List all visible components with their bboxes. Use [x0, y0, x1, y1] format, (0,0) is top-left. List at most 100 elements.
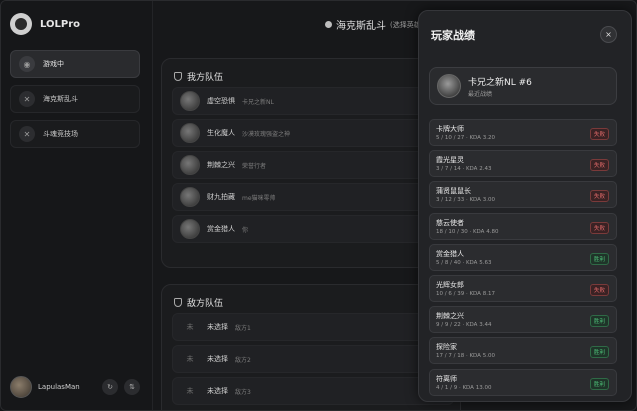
player-summary-card: 卡兄之新NL #6 最近战绩: [429, 67, 617, 105]
champion-name: 赏金猎人: [207, 225, 235, 233]
avatar: [437, 74, 461, 98]
match-stats: 9 / 9 / 22 · KDA 3.44: [436, 322, 492, 329]
enemy-team-list: 未 未选择 敌方1 未 未选择 敌方2 未 未选择 敌方3: [172, 313, 454, 409]
sidebar-item-hextech-aram[interactable]: ✕ 海克斯乱斗: [10, 85, 140, 113]
match-result-badge: 胜利: [589, 377, 609, 390]
match-result-badge: 胜利: [589, 252, 609, 265]
match-stats: 3 / 7 / 14 · KDA 2.43: [436, 166, 492, 173]
brand: LOLPro: [10, 13, 80, 35]
enemy-team-title: 敌方队伍: [187, 299, 224, 309]
our-team-heading: 我方队伍: [174, 70, 223, 83]
enemy-team-card: 敌方队伍 未 未选择 敌方1 未 未选择 敌方2 未 未选择 敌方3: [161, 284, 461, 410]
champion-name: 财九拍藏: [207, 193, 235, 201]
sidebar-item-in-game[interactable]: ◉ 游戏中: [10, 50, 140, 78]
match-row[interactable]: 赏金猎人 5 / 8 / 40 · KDA 5.63 胜利: [429, 243, 617, 271]
enemy-team-heading: 敌方队伍: [174, 296, 223, 309]
team-player-row[interactable]: 赏金猎人 你: [172, 215, 454, 243]
champion-name: 未选择: [207, 387, 228, 395]
our-team-list: 虚空恐惧 卡兄之新NL 生化魔人 沙漠玫瑰强盗之神 荆棘之兴 荣誉行者 财九拍藏…: [172, 87, 454, 247]
player-name: 沙漠玫瑰强盗之神: [242, 130, 291, 138]
cross-swords-icon: ✕: [19, 91, 35, 107]
match-result-badge: 失败: [589, 128, 609, 140]
mode-dot-icon: [325, 21, 332, 28]
gamepad-icon: ◉: [19, 56, 35, 72]
player-name: 荣誉行者: [242, 162, 267, 170]
game-mode-subtitle: (选择英雄: [390, 20, 421, 29]
match-result-badge: 失败: [589, 159, 609, 172]
our-team-title: 我方队伍: [187, 73, 224, 83]
match-row[interactable]: 符离师 4 / 1 / 9 · KDA 13.00 胜利: [429, 368, 617, 396]
match-row[interactable]: 慈云使者 18 / 10 / 30 · KDA 4.80 失败: [429, 212, 617, 240]
player-name: 卡兄之新NL #6: [468, 77, 532, 88]
match-row[interactable]: 霞光星灵 3 / 7 / 14 · KDA 2.43 失败: [429, 150, 617, 178]
match-row[interactable]: 探险家 17 / 7 / 18 · KDA 5.00 胜利: [429, 337, 617, 365]
match-row[interactable]: 蒲贤鼠鼠长 3 / 12 / 33 · KDA 3.00 失败: [429, 181, 617, 209]
app-logo-icon: [10, 13, 32, 35]
match-champion: 符离师: [436, 374, 457, 383]
empty-slot-marker: 未: [186, 355, 194, 363]
player-name: 敌方3: [235, 388, 251, 396]
shield-icon: [174, 72, 182, 81]
app-window: LOLPro ◉ 游戏中 ✕ 海克斯乱斗 ✕ 斗魂竞技场 LapulasMan …: [0, 0, 637, 411]
match-stats: 5 / 10 / 27 · KDA 3.20: [436, 135, 495, 141]
match-result-badge: 失败: [589, 190, 609, 203]
profile-name: LapulasMan: [38, 383, 80, 391]
match-result-badge: 胜利: [589, 315, 609, 328]
match-champion: 慈云使者: [436, 218, 464, 227]
close-button[interactable]: ×: [600, 26, 617, 43]
team-player-row[interactable]: 财九拍藏 me猫咪零帅: [172, 183, 454, 211]
match-row[interactable]: 卡牌大师 5 / 10 / 27 · KDA 3.20 失败: [429, 119, 617, 146]
champion-avatar: [180, 91, 200, 111]
match-champion: 赏金猎人: [436, 249, 464, 258]
enemy-player-row[interactable]: 未 未选择 敌方1: [172, 313, 454, 341]
match-champion: 荆棘之兴: [436, 312, 464, 321]
game-mode-header: 海克斯乱斗 (选择英雄: [325, 17, 421, 32]
match-stats: 4 / 1 / 9 · KDA 13.00: [436, 384, 492, 391]
champion-name: 未选择: [207, 323, 228, 331]
player-record-panel: 玩家战绩 × 卡兄之新NL #6 最近战绩 卡牌大师 5 / 10 / 27 ·…: [418, 10, 632, 402]
match-row[interactable]: 荆棘之兴 9 / 9 / 22 · KDA 3.44 胜利: [429, 306, 617, 334]
shield-icon: [174, 298, 182, 307]
match-stats: 18 / 10 / 30 · KDA 4.80: [436, 228, 499, 235]
champion-avatar: [180, 155, 200, 175]
enemy-player-row[interactable]: 未 未选择 敌方2: [172, 345, 454, 373]
sidebar-item-label: 斗魂竞技场: [43, 130, 78, 138]
champion-name: 虚空恐惧: [207, 97, 235, 105]
champion-avatar: [180, 123, 200, 143]
player-name: 卡兄之新NL: [242, 98, 274, 106]
refresh-icon[interactable]: ↻: [102, 379, 118, 395]
champion-avatar: [180, 187, 200, 207]
our-team-card: 我方队伍 虚空恐惧 卡兄之新NL 生化魔人 沙漠玫瑰强盗之神 荆棘之兴 荣誉行者: [161, 58, 461, 268]
player-name: 敌方1: [235, 324, 251, 332]
team-player-row[interactable]: 荆棘之兴 荣誉行者: [172, 151, 454, 179]
sidebar-item-arena[interactable]: ✕ 斗魂竞技场: [10, 120, 140, 148]
sidebar-nav: ◉ 游戏中 ✕ 海克斯乱斗 ✕ 斗魂竞技场: [10, 50, 140, 155]
match-row[interactable]: 光辉女郎 10 / 6 / 39 · KDA 8.17 失败: [429, 274, 617, 302]
sidebar-item-label: 海克斯乱斗: [43, 95, 78, 103]
game-mode-title: 海克斯乱斗: [336, 21, 386, 32]
match-stats: 17 / 7 / 18 · KDA 5.00: [436, 353, 495, 360]
sidebar-item-label: 游戏中: [43, 60, 64, 68]
match-result-badge: 失败: [589, 221, 609, 234]
team-player-row[interactable]: 生化魔人 沙漠玫瑰强盗之神: [172, 119, 454, 147]
avatar[interactable]: [10, 376, 32, 398]
player-name: 你: [242, 226, 249, 234]
match-result-badge: 胜利: [589, 346, 609, 359]
match-champion: 霞光星灵: [436, 156, 464, 165]
match-champion: 卡牌大师: [436, 125, 464, 133]
sidebar: LOLPro ◉ 游戏中 ✕ 海克斯乱斗 ✕ 斗魂竞技场 LapulasMan …: [1, 1, 153, 410]
enemy-player-row[interactable]: 未 未选择 敌方3: [172, 377, 454, 405]
user-profile: LapulasMan ↻ ⇅: [10, 372, 140, 402]
player-info: 卡兄之新NL #6 最近战绩: [468, 75, 532, 98]
match-stats: 3 / 12 / 33 · KDA 3.00: [436, 197, 495, 204]
player-subtitle: 最近战绩: [468, 90, 493, 98]
switch-icon[interactable]: ⇅: [124, 379, 140, 395]
champion-name: 生化魔人: [207, 129, 235, 137]
team-player-row[interactable]: 虚空恐惧 卡兄之新NL: [172, 87, 454, 115]
match-result-badge: 失败: [589, 283, 609, 296]
empty-slot-marker: 未: [186, 387, 194, 395]
match-champion: 探险家: [436, 343, 457, 352]
player-name: 敌方2: [235, 356, 251, 364]
match-history-list: 卡牌大师 5 / 10 / 27 · KDA 3.20 失败 霞光星灵 3 / …: [429, 119, 617, 400]
match-champion: 光辉女郎: [436, 280, 464, 289]
